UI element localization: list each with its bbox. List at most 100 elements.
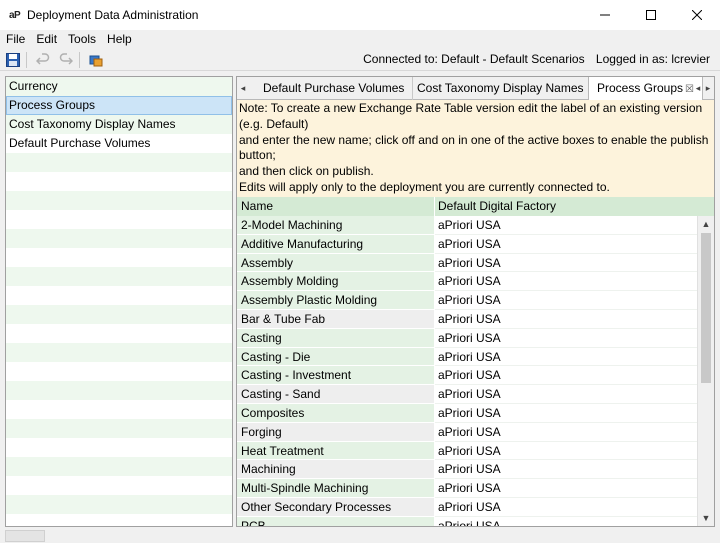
cell-digital-factory[interactable]: aPriori USA <box>435 234 697 254</box>
app-logo-icon: aP <box>9 9 21 21</box>
empty-list-row <box>6 305 232 324</box>
publish-button[interactable] <box>86 50 106 70</box>
list-item-process-groups[interactable]: Process Groups <box>6 96 232 115</box>
cell-digital-factory[interactable]: aPriori USA <box>435 253 697 273</box>
note-line: Note: To create a new Exchange Rate Tabl… <box>239 101 703 131</box>
empty-list-row <box>6 362 232 381</box>
minimize-button[interactable] <box>582 0 628 30</box>
list-item-default-purchase-volumes[interactable]: Default Purchase Volumes <box>6 134 232 153</box>
table-row: Assembly Plastic Molding aPriori USA <box>237 291 697 310</box>
cell-digital-factory[interactable]: aPriori USA <box>435 291 697 310</box>
empty-list-row <box>6 419 232 438</box>
scroll-thumb[interactable] <box>701 233 711 383</box>
empty-list-row <box>6 172 232 191</box>
cell-digital-factory[interactable]: aPriori USA <box>435 497 697 517</box>
cell-name[interactable]: PCB <box>237 516 435 526</box>
toolbar-separator <box>79 51 80 68</box>
grid-header: Name Default Digital Factory <box>237 197 697 216</box>
table-row: Assembly Molding aPriori USA <box>237 272 697 292</box>
table-row: Heat Treatment aPriori USA <box>237 441 697 461</box>
note-line: and then click on publish. <box>239 164 374 179</box>
empty-list-row <box>6 324 232 343</box>
table-row: Composites aPriori USA <box>237 403 697 423</box>
table-row: Bar & Tube Fab aPriori USA <box>237 309 697 329</box>
window-controls <box>582 0 720 30</box>
cell-digital-factory[interactable]: aPriori USA <box>435 216 697 235</box>
tab-scroll-left-icon[interactable]: ◂ <box>237 81 249 95</box>
empty-list-row <box>6 267 232 286</box>
cell-name[interactable]: Additive Manufacturing <box>237 234 435 254</box>
list-item-currency[interactable]: Currency <box>6 77 232 96</box>
cell-digital-factory[interactable]: aPriori USA <box>435 366 697 386</box>
menu-tools[interactable]: Tools <box>62 32 101 46</box>
tab-process-groups[interactable]: Process Groups ☒ <box>588 77 704 101</box>
cell-digital-factory[interactable]: aPriori USA <box>435 403 697 423</box>
cell-name[interactable]: Machining <box>237 460 435 480</box>
cell-name[interactable]: Casting - Investment <box>237 366 435 386</box>
table-row: Additive Manufacturing aPriori USA <box>237 234 697 254</box>
cell-name[interactable]: 2-Model Machining <box>237 216 435 235</box>
cell-digital-factory[interactable]: aPriori USA <box>435 479 697 498</box>
cell-name[interactable]: Multi-Spindle Machining <box>237 479 435 498</box>
empty-list-row <box>6 343 232 362</box>
tab-default-purchase-volumes[interactable]: Default Purchase Volumes <box>255 77 414 100</box>
list-item-cost-taxonomy[interactable]: Cost Taxonomy Display Names <box>6 115 232 134</box>
process-groups-grid: 2-Model Machining aPriori USA Additive Ma… <box>237 216 697 526</box>
title-bar: aP Deployment Data Administration <box>0 0 720 30</box>
scroll-down-icon[interactable]: ▼ <box>698 510 714 526</box>
cell-name[interactable]: Casting <box>237 328 435 348</box>
empty-list-row <box>6 381 232 400</box>
undo-button[interactable] <box>33 50 53 70</box>
data-type-list[interactable]: Currency Process Groups Cost Taxonomy Di… <box>5 76 233 527</box>
cell-name[interactable]: Bar & Tube Fab <box>237 309 435 329</box>
table-row: 2-Model Machining aPriori USA <box>237 216 697 235</box>
table-row: Multi-Spindle Machining aPriori USA <box>237 479 697 498</box>
cell-name[interactable]: Casting - Die <box>237 347 435 367</box>
save-icon <box>6 52 20 67</box>
empty-list-row <box>6 514 232 526</box>
grid-header-corner <box>697 197 714 216</box>
table-row: Forging aPriori USA <box>237 422 697 442</box>
minimize-icon <box>600 14 610 16</box>
cell-name[interactable]: Casting - Sand <box>237 385 435 404</box>
cell-digital-factory[interactable]: aPriori USA <box>435 272 697 292</box>
empty-list-row <box>6 495 232 514</box>
cell-name[interactable]: Forging <box>237 422 435 442</box>
cell-name[interactable]: Other Secondary Processes <box>237 497 435 517</box>
cell-name[interactable]: Assembly Molding <box>237 272 435 292</box>
cell-digital-factory[interactable]: aPriori USA <box>435 385 697 404</box>
cell-digital-factory[interactable]: aPriori USA <box>435 328 697 348</box>
column-header-default-digital-factory[interactable]: Default Digital Factory <box>435 197 697 216</box>
close-button[interactable] <box>674 0 720 30</box>
cell-digital-factory[interactable]: aPriori USA <box>435 347 697 367</box>
cell-digital-factory[interactable]: aPriori USA <box>435 309 697 329</box>
cell-digital-factory[interactable]: aPriori USA <box>435 460 697 480</box>
maximize-button[interactable] <box>628 0 674 30</box>
menu-file[interactable]: File <box>0 32 30 46</box>
tab-scroll-right-icon[interactable]: ▸ <box>702 81 714 95</box>
table-row: Assembly aPriori USA <box>237 253 697 273</box>
cell-name[interactable]: Heat Treatment <box>237 441 435 461</box>
grid-vertical-scrollbar[interactable]: ▲ ▼ <box>697 216 714 526</box>
column-header-name[interactable]: Name <box>237 197 435 216</box>
table-row: Other Secondary Processes aPriori USA <box>237 497 697 517</box>
cell-digital-factory[interactable]: aPriori USA <box>435 441 697 461</box>
cell-digital-factory[interactable]: aPriori USA <box>435 516 697 526</box>
menu-edit[interactable]: Edit <box>30 32 62 46</box>
status-bar <box>0 528 720 543</box>
undo-icon <box>36 52 50 65</box>
tab-cost-taxonomy-display-names[interactable]: Cost Taxonomy Display Names <box>409 77 593 100</box>
save-button[interactable] <box>3 50 23 70</box>
cell-name[interactable]: Assembly <box>237 253 435 273</box>
close-icon <box>692 10 702 20</box>
note-line: Edits will apply only to the deployment … <box>239 179 610 194</box>
cell-name[interactable]: Composites <box>237 403 435 423</box>
cell-digital-factory[interactable]: aPriori USA <box>435 422 697 442</box>
tab-label: Cost Taxonomy Display Names <box>417 81 584 95</box>
tab-label: Process Groups <box>597 81 684 95</box>
scroll-up-icon[interactable]: ▲ <box>698 216 714 232</box>
menu-help[interactable]: Help <box>101 32 137 46</box>
edit-note: Note: To create a new Exchange Rate Tabl… <box>237 100 714 197</box>
redo-button[interactable] <box>56 50 76 70</box>
cell-name[interactable]: Assembly Plastic Molding <box>237 291 435 310</box>
